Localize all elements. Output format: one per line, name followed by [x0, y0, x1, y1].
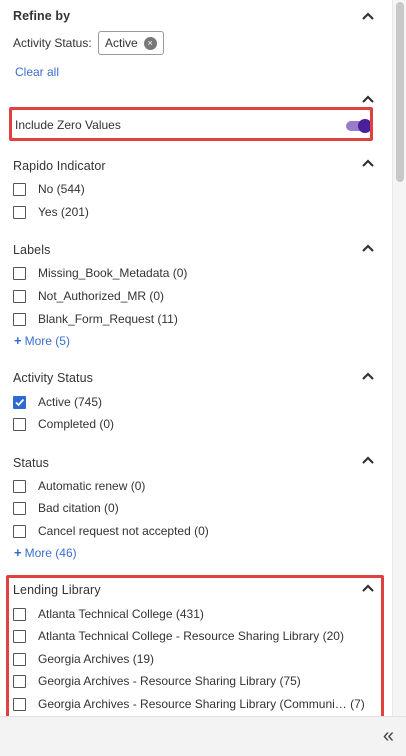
vertical-scrollbar[interactable]	[392, 0, 406, 716]
plus-icon: +	[14, 545, 22, 560]
checkbox[interactable]	[13, 674, 26, 688]
remove-filter-icon[interactable]: ×	[143, 36, 157, 50]
chevron-up-icon[interactable]	[361, 94, 375, 104]
facet-option[interactable]: Cancel request not accepted (0)	[13, 522, 209, 540]
collapse-panel-icon[interactable]: «	[383, 726, 394, 746]
labels-title: Labels	[13, 243, 51, 257]
checkbox[interactable]	[13, 629, 26, 643]
checkbox[interactable]	[13, 501, 26, 515]
status-title: Status	[13, 456, 50, 470]
facet-option[interactable]: Not_Authorized_MR (0)	[13, 287, 164, 305]
checkbox[interactable]	[13, 607, 26, 621]
more-label: More (5)	[24, 333, 70, 348]
clear-all-link[interactable]: Clear all	[15, 65, 59, 79]
chevron-up-icon[interactable]	[361, 455, 375, 465]
option-label: No (544)	[38, 182, 85, 196]
scrollbar-thumb[interactable]	[396, 2, 404, 182]
facet-option[interactable]: Missing_Book_Metadata (0)	[13, 264, 187, 282]
option-label: Yes (201)	[38, 205, 89, 219]
facet-option[interactable]: Active (745)	[13, 393, 102, 411]
checkbox-checked[interactable]	[13, 395, 26, 409]
checkbox[interactable]	[13, 697, 26, 711]
facet-option[interactable]: No (544)	[13, 180, 85, 198]
option-label: Automatic renew (0)	[38, 479, 146, 493]
include-zero-values-toggle[interactable]	[346, 119, 372, 133]
active-filter-chip: Active ×	[98, 31, 164, 55]
rapido-indicator-title: Rapido Indicator	[13, 159, 106, 173]
facet-panel: Refine by Activity Status: Active × Clea…	[0, 0, 392, 756]
checkmark-icon	[15, 398, 25, 406]
checkbox[interactable]	[13, 312, 26, 326]
chip-label: Active	[105, 36, 138, 50]
refine-by-title: Refine by	[13, 9, 71, 23]
chevron-up-icon[interactable]	[361, 243, 375, 253]
option-label: Not_Authorized_MR (0)	[38, 289, 165, 303]
lending-library-title: Lending Library	[13, 583, 101, 597]
activity-status-filter-label: Activity Status:	[13, 36, 92, 50]
facet-option[interactable]: Blank_Form_Request (11)	[13, 310, 178, 328]
facet-option[interactable]: Atlanta Technical College - Resource Sha…	[13, 627, 344, 645]
option-label: Georgia Archives - Resource Sharing Libr…	[38, 674, 301, 688]
panel-footer: «	[0, 716, 406, 756]
chevron-up-icon[interactable]	[361, 371, 375, 381]
plus-icon: +	[14, 333, 22, 348]
option-label: Completed (0)	[38, 417, 115, 431]
option-label: Bad citation (0)	[38, 501, 119, 515]
facet-option[interactable]: Automatic renew (0)	[13, 477, 145, 495]
facet-option[interactable]: Georgia Archives (19)	[13, 650, 154, 668]
facet-option[interactable]: Bad citation (0)	[13, 499, 119, 517]
option-label: Active (745)	[38, 395, 103, 409]
checkbox[interactable]	[13, 652, 26, 666]
checkbox[interactable]	[13, 524, 26, 538]
include-zero-values-label: Include Zero Values	[15, 118, 121, 132]
status-more-link[interactable]: + More (46)	[14, 545, 77, 560]
option-label: Missing_Book_Metadata (0)	[38, 266, 188, 280]
chevron-up-icon[interactable]	[361, 158, 375, 168]
facet-option[interactable]: Completed (0)	[13, 415, 114, 433]
facet-option[interactable]: Atlanta Technical College (431)	[13, 605, 204, 623]
checkbox[interactable]	[13, 417, 26, 431]
checkbox[interactable]	[13, 205, 26, 219]
checkbox[interactable]	[13, 266, 26, 280]
checkbox[interactable]	[13, 289, 26, 303]
option-label: Georgia Archives - Resource Sharing Libr…	[38, 697, 365, 711]
option-label: Georgia Archives (19)	[38, 652, 155, 666]
option-label: Atlanta Technical College (431)	[38, 607, 204, 621]
labels-more-link[interactable]: + More (5)	[14, 333, 70, 348]
option-label: Atlanta Technical College - Resource Sha…	[38, 629, 344, 643]
checkbox[interactable]	[13, 182, 26, 196]
toggle-knob	[358, 119, 372, 133]
chevron-up-icon[interactable]	[361, 11, 375, 21]
more-label: More (46)	[24, 545, 77, 560]
activity-status-title: Activity Status	[13, 371, 93, 385]
checkbox[interactable]	[13, 479, 26, 493]
option-label: Cancel request not accepted (0)	[38, 524, 209, 538]
facet-option[interactable]: Georgia Archives - Resource Sharing Libr…	[13, 695, 365, 713]
chevron-up-icon[interactable]	[361, 583, 375, 593]
option-label: Blank_Form_Request (11)	[38, 312, 178, 326]
facet-option[interactable]: Georgia Archives - Resource Sharing Libr…	[13, 672, 301, 690]
facet-option[interactable]: Yes (201)	[13, 203, 89, 221]
